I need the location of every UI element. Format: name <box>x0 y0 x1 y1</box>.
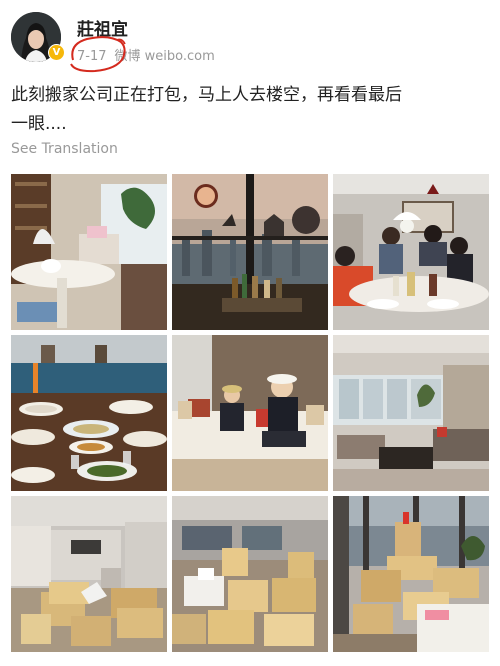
living-room-sofa-photo[interactable] <box>333 335 489 491</box>
packing-boxes-kitchen-photo[interactable] <box>172 496 328 652</box>
dining-table-photo[interactable] <box>11 335 167 491</box>
living-room-table-photo[interactable] <box>11 174 167 330</box>
verified-badge-icon: V <box>48 44 65 61</box>
post-text-line-1: 此刻搬家公司正在打包，马上人去楼空，再看看最后 <box>11 85 402 105</box>
packing-boxes-window-photo[interactable] <box>333 496 489 652</box>
see-translation-link[interactable]: See Translation <box>11 141 118 157</box>
post-source: 微博 weibo.com <box>114 49 215 64</box>
packing-boxes-room-photo[interactable] <box>11 496 167 652</box>
window-skyline-photo[interactable] <box>172 174 328 330</box>
post-text-line-2: 一眼.... <box>11 114 67 134</box>
post-text: 此刻搬家公司正在打包，马上人去楼空，再看看最后 一眼.... <box>11 81 489 139</box>
children-on-sofa-photo[interactable] <box>172 335 328 491</box>
family-dinner-photo[interactable] <box>333 174 489 330</box>
red-circle-annotation <box>70 36 126 73</box>
post-header: V 莊祖宜 7-17 微博 weibo.com <box>0 0 500 76</box>
